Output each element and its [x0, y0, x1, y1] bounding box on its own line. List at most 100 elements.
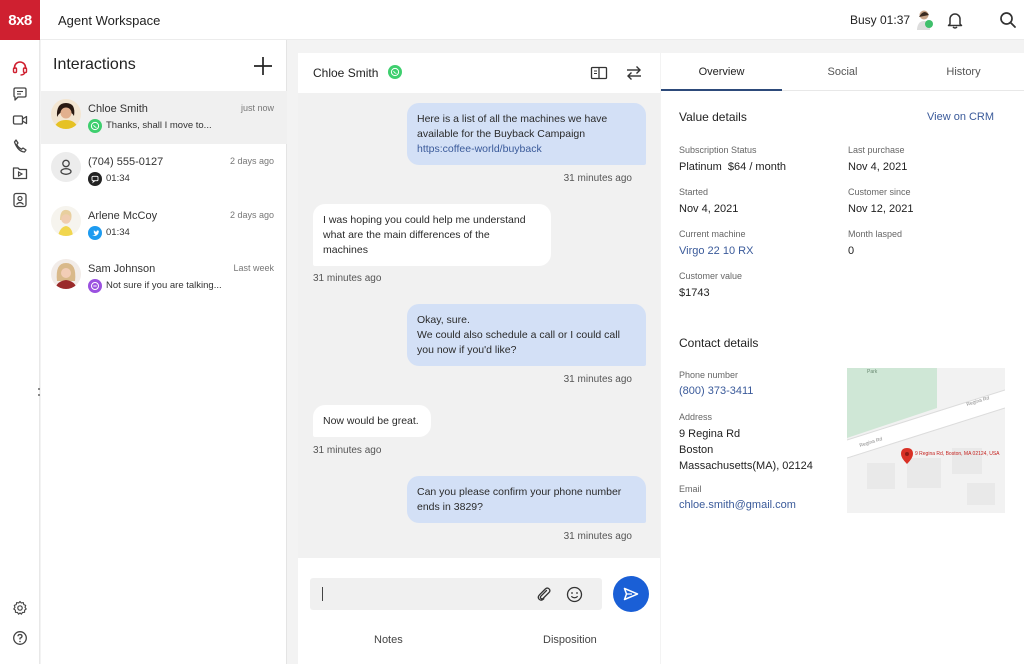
customer-value-label: Customer value [679, 271, 743, 281]
started-label: Started [679, 187, 709, 197]
message-timestamp: 31 minutes ago [313, 445, 382, 456]
location-map[interactable]: Park Regina Rd Regina Rd 9 Regina Rd, Bo… [847, 368, 1005, 513]
interactions-title: Interactions [53, 56, 136, 73]
message-text: I was hoping you could help me understan… [323, 214, 526, 226]
top-bar: 8x8 Agent Workspace Busy 01:37 [0, 0, 1024, 40]
app-title: Agent Workspace [58, 13, 161, 28]
folder-video-icon[interactable] [10, 163, 30, 183]
current-machine-label: Current machine [679, 229, 746, 239]
interaction-item[interactable]: Arlene McCoy 2 days ago 01:34 [41, 198, 287, 251]
video-icon[interactable] [10, 110, 30, 130]
message-text: you now if you'd like? [417, 344, 517, 356]
message-text: available for the Buyback Campaign [417, 128, 586, 140]
current-machine-value[interactable]: Virgo 22 10 RX [679, 245, 753, 257]
headset-icon[interactable] [10, 58, 30, 78]
interaction-item[interactable]: Sam Johnson Last week Not sure if you ar… [41, 251, 287, 304]
chat-header: Chloe Smith [298, 53, 660, 93]
interaction-preview: 01:34 [106, 227, 130, 238]
send-icon [623, 587, 639, 601]
chat-panel: Chloe Smith Here is a list of all the ma… [298, 53, 660, 664]
active-tab-indicator [661, 89, 782, 91]
address-line: Massachusetts(MA), 02124 [679, 460, 813, 472]
details-tabs: Overview Social History [661, 53, 1024, 91]
message-bubble-outgoing: Okay, sure. We could also schedule a cal… [407, 304, 646, 366]
contact-card-icon[interactable] [10, 190, 30, 210]
message-bubble-outgoing: Here is a list of all the machines we ha… [407, 103, 646, 165]
last-purchase-label: Last purchase [848, 145, 905, 155]
tab-overview[interactable]: Overview [661, 66, 782, 78]
message-text: Can you please confirm your phone number [417, 486, 622, 498]
interaction-preview: Not sure if you are talking... [106, 280, 222, 291]
bell-icon[interactable] [945, 10, 965, 30]
interaction-preview: 01:34 [106, 173, 130, 184]
knowledge-base-icon[interactable] [589, 63, 609, 83]
agent-avatar[interactable] [915, 9, 935, 31]
message-text: machines [323, 244, 368, 256]
map-park-label: Park [867, 369, 878, 375]
message-text: what are the main differences of the [323, 229, 490, 241]
message-text: Now would be great. [323, 415, 419, 427]
interaction-preview: Thanks, shall I move to... [106, 120, 212, 131]
interaction-name: Chloe Smith [88, 103, 148, 115]
address-value: 9 Regina Rd Boston Massachusetts(MA), 02… [679, 426, 813, 474]
message-bubble-outgoing: Can you please confirm your phone number… [407, 476, 646, 523]
help-icon[interactable] [10, 628, 30, 648]
whatsapp-icon [88, 119, 102, 133]
interaction-name: Sam Johnson [88, 263, 156, 275]
email-value[interactable]: chloe.smith@gmail.com [679, 499, 796, 511]
message-link[interactable]: https:coffee-world/buyback [417, 142, 636, 157]
message-text: Okay, sure. [417, 314, 470, 326]
value-details-title: Value details [679, 110, 747, 124]
view-on-crm-link[interactable]: View on CRM [927, 111, 994, 123]
send-button[interactable] [613, 576, 649, 612]
paperclip-icon[interactable] [535, 585, 553, 603]
address-line: 9 Regina Rd [679, 428, 741, 440]
message-text: ends in 3829? [417, 501, 483, 513]
subscription-status-value: Platinum $64 / month [679, 161, 787, 173]
avatar-placeholder [51, 152, 81, 182]
message-composer: Notes Disposition [298, 558, 660, 664]
interaction-time: 2 days ago [229, 210, 274, 220]
emoji-icon[interactable] [565, 585, 583, 603]
avatar [51, 206, 81, 236]
tab-social[interactable]: Social [782, 66, 903, 78]
address-line: Boston [679, 444, 714, 456]
interaction-item[interactable]: (704) 555-0127 2 days ago 01:34 [41, 144, 287, 197]
whatsapp-icon [388, 65, 402, 79]
interaction-time: just now [240, 103, 274, 113]
message-input[interactable] [310, 578, 602, 610]
customer-details-panel: Overview Social History Value details Vi… [661, 53, 1024, 664]
month-lapsed-label: Month lasped [848, 229, 903, 239]
transfer-icon[interactable] [624, 63, 644, 83]
phone-icon[interactable] [10, 136, 30, 156]
interaction-time: Last week [233, 263, 274, 273]
messenger-icon [88, 279, 102, 293]
customer-since-value: Nov 12, 2021 [848, 203, 914, 215]
search-icon[interactable] [998, 10, 1018, 30]
interactions-panel: Interactions Chloe Smith just now Thanks… [41, 40, 287, 664]
add-interaction-button[interactable] [251, 54, 275, 78]
message-timestamp: 31 minutes ago [563, 531, 632, 542]
map-pin-label: 9 Regina Rd, Boston, MA 02124, USA [915, 451, 1000, 457]
text-caret [322, 587, 323, 601]
logo[interactable]: 8x8 [0, 0, 40, 40]
agent-status[interactable]: Busy 01:37 [850, 13, 910, 27]
message-timestamp: 31 minutes ago [563, 374, 632, 385]
chat-icon[interactable] [10, 84, 30, 104]
interaction-name: Arlene McCoy [88, 210, 158, 222]
interaction-time: 2 days ago [229, 156, 274, 166]
phone-value[interactable]: (800) 373-3411 [679, 385, 753, 397]
tab-history[interactable]: History [903, 66, 1024, 78]
customer-value-value: $1743 [679, 287, 710, 299]
phone-label: Phone number [679, 370, 739, 380]
message-timestamp: 31 minutes ago [313, 273, 382, 284]
tab-disposition[interactable]: Disposition [543, 634, 597, 646]
chat-channel-icon [88, 172, 102, 186]
message-text: We could also schedule a call or I could… [417, 329, 620, 341]
tab-notes[interactable]: Notes [374, 634, 403, 646]
interaction-item[interactable]: Chloe Smith just now Thanks, shall I mov… [41, 91, 287, 144]
nav-rail [0, 40, 40, 664]
started-value: Nov 4, 2021 [679, 203, 739, 215]
gear-icon[interactable] [10, 598, 30, 618]
last-purchase-value: Nov 4, 2021 [848, 161, 908, 173]
